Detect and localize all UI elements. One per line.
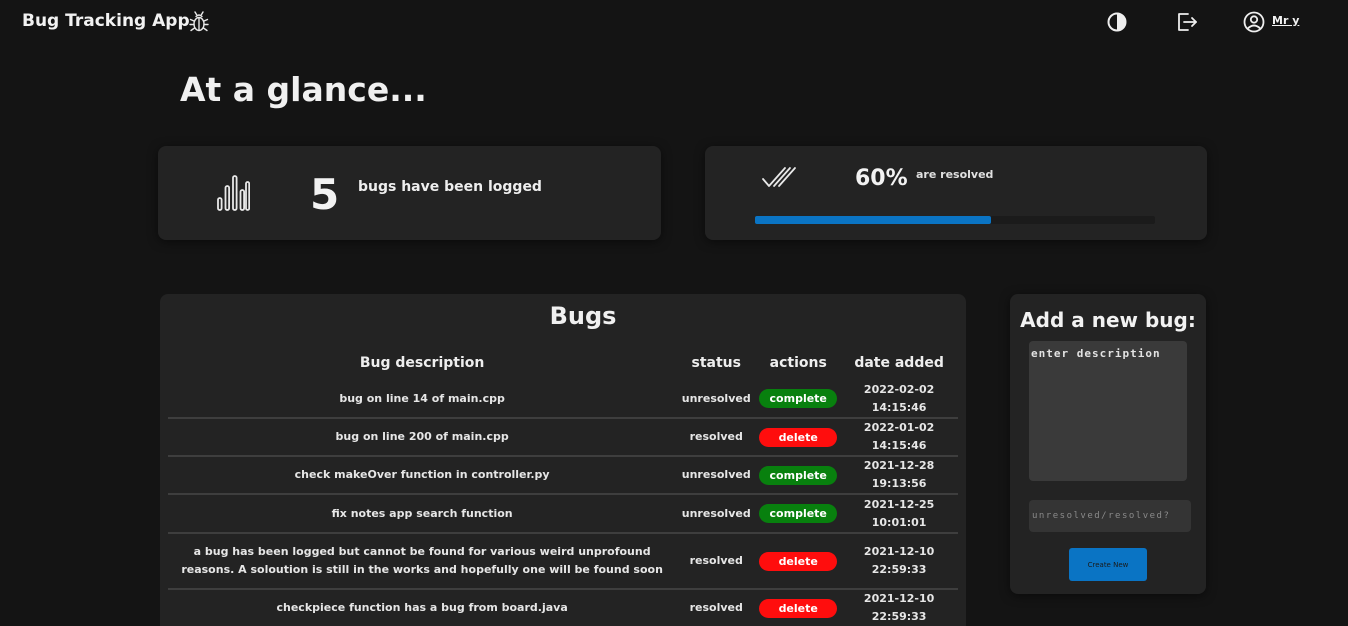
resolved-card: 60% are resolved	[705, 146, 1207, 240]
complete-button[interactable]: complete	[759, 389, 838, 408]
app-title[interactable]: Bug Tracking App	[22, 11, 190, 31]
contrast-icon[interactable]	[1106, 11, 1128, 33]
table-row: bug on line 200 of main.cpp resolved del…	[168, 418, 958, 457]
bug-status: unresolved	[676, 380, 757, 419]
bug-description: fix notes app search function	[168, 494, 677, 534]
bug-action-cell: delete	[756, 533, 841, 590]
bugs-logged-label: bugs have been logged	[358, 179, 542, 195]
logout-icon[interactable]	[1176, 11, 1198, 33]
resolved-percent: 60%	[855, 166, 908, 191]
column-header-status: status	[691, 355, 741, 371]
complete-button[interactable]: complete	[759, 504, 838, 523]
table-row: checkpiece function has a bug from board…	[168, 589, 958, 626]
bug-action-cell: complete	[756, 494, 841, 534]
table-row: bug on line 14 of main.cpp unresolved co…	[168, 380, 958, 419]
bug-status: resolved	[676, 418, 757, 457]
description-input[interactable]	[1029, 341, 1187, 481]
bug-status: unresolved	[676, 456, 757, 495]
bug-status: unresolved	[676, 494, 757, 534]
bug-action-cell: complete	[756, 456, 841, 495]
bug-action-cell: delete	[756, 418, 841, 457]
column-header-description: Bug description	[359, 355, 485, 371]
bugs-panel: Bugs Bug description status actions date…	[160, 294, 966, 626]
add-bug-panel: Add a new bug: Create New	[1010, 294, 1206, 594]
bugs-logged-count: 5	[310, 170, 340, 219]
top-bar: Bug Tracking App Mr y	[0, 0, 1348, 44]
status-input[interactable]	[1029, 500, 1191, 532]
bug-date: 2021-12-10 22:59:33	[840, 589, 958, 626]
create-new-button[interactable]: Create New	[1069, 548, 1147, 581]
bug-status: resolved	[676, 533, 757, 590]
user-circle-icon[interactable]	[1243, 11, 1265, 33]
bug-icon	[189, 11, 209, 32]
bar-chart-icon	[217, 175, 250, 211]
bug-description: a bug has been logged but cannot be foun…	[168, 533, 677, 590]
resolved-progress-bar	[755, 216, 1155, 224]
bug-date: 2022-01-02 14:15:46	[840, 418, 958, 457]
bug-date: 2021-12-25 10:01:01	[840, 494, 958, 534]
bug-description: bug on line 14 of main.cpp	[168, 380, 677, 419]
resolved-label: are resolved	[916, 168, 994, 181]
column-header-actions: actions	[769, 355, 827, 371]
page-title: At a glance...	[180, 70, 427, 109]
delete-button[interactable]: delete	[759, 598, 838, 618]
table-row: fix notes app search function unresolved…	[168, 494, 958, 534]
bug-description: bug on line 200 of main.cpp	[168, 418, 677, 457]
column-header-date: date added	[854, 355, 944, 371]
bug-status: resolved	[676, 589, 757, 626]
bug-action-cell: complete	[756, 380, 841, 419]
bug-date: 2022-02-02 14:15:46	[840, 380, 958, 419]
bugs-table: Bug description status actions date adde…	[168, 346, 958, 626]
table-row: check makeOver function in controller.py…	[168, 456, 958, 495]
double-check-icon	[762, 167, 796, 187]
bug-description: checkpiece function has a bug from board…	[168, 589, 677, 626]
table-header-row: Bug description status actions date adde…	[168, 346, 958, 380]
resolved-progress-fill	[755, 216, 992, 224]
delete-button[interactable]: delete	[759, 551, 838, 571]
bug-description: check makeOver function in controller.py	[168, 456, 677, 495]
bugs-logged-card: 5 bugs have been logged	[158, 146, 661, 240]
bugs-title: Bugs	[549, 302, 617, 330]
complete-button[interactable]: complete	[759, 465, 838, 485]
add-bug-title: Add a new bug:	[1020, 308, 1196, 332]
bug-date: 2021-12-28 19:13:56	[840, 456, 958, 495]
bug-action-cell: delete	[756, 589, 841, 626]
table-row: a bug has been logged but cannot be foun…	[168, 533, 958, 590]
user-name-link[interactable]: Mr y	[1272, 14, 1299, 27]
delete-button[interactable]: delete	[759, 427, 838, 447]
bug-date: 2021-12-10 22:59:33	[840, 533, 958, 590]
